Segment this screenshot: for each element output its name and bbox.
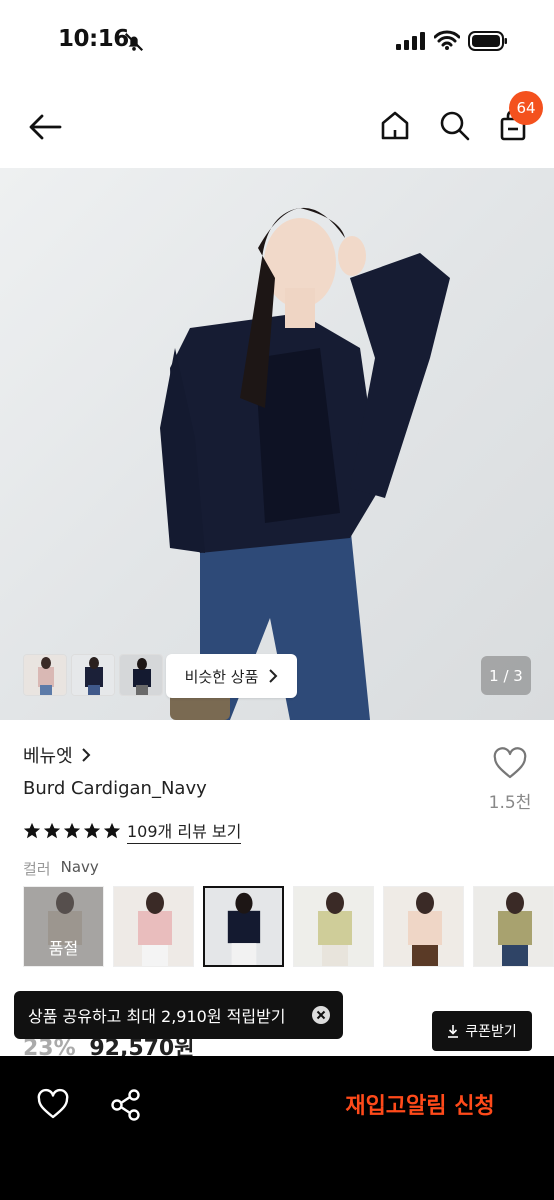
image-page-indicator: 1 / 3 bbox=[481, 656, 531, 695]
status-bar: 10:16 bbox=[0, 0, 554, 80]
color-row: 컬러 Navy bbox=[23, 858, 99, 879]
cellular-signal-icon bbox=[396, 32, 425, 50]
star-icon bbox=[43, 822, 61, 839]
model-photo bbox=[160, 207, 450, 720]
star-icon bbox=[63, 822, 81, 839]
star-icon bbox=[83, 822, 101, 839]
color-swatch-5[interactable] bbox=[383, 886, 464, 967]
similar-products-label: 비슷한 상품 bbox=[184, 667, 259, 686]
toast-message: 상품 공유하고 최대 2,910원 적립받기 bbox=[28, 1007, 286, 1026]
back-arrow-icon[interactable] bbox=[26, 108, 64, 146]
rating-stars bbox=[23, 822, 121, 840]
gallery-thumbnail-3[interactable] bbox=[119, 654, 163, 696]
bottom-action-bar: 재입고알림 신청 bbox=[0, 1056, 554, 1200]
star-icon bbox=[103, 822, 121, 839]
home-icon[interactable] bbox=[376, 106, 414, 144]
product-name: Burd Cardigan_Navy bbox=[23, 778, 207, 799]
color-selected-value: Navy bbox=[60, 858, 99, 876]
brand-name: 베뉴엣 bbox=[23, 746, 73, 767]
status-time: 10:16 bbox=[58, 26, 129, 52]
star-icon bbox=[23, 822, 41, 839]
close-icon[interactable] bbox=[311, 1005, 331, 1025]
bell-slash-icon bbox=[124, 32, 144, 52]
wishlist-heart-icon[interactable] bbox=[492, 746, 528, 782]
chevron-right-icon bbox=[81, 748, 91, 762]
brand-link[interactable]: 베뉴엣 bbox=[23, 742, 91, 768]
gallery-thumbnail-2[interactable] bbox=[71, 654, 115, 696]
color-swatch-2[interactable] bbox=[113, 886, 194, 967]
color-label: 컬러 bbox=[23, 860, 51, 878]
download-icon bbox=[448, 1025, 459, 1038]
color-swatch-4[interactable] bbox=[293, 886, 374, 967]
color-swatch-6[interactable] bbox=[473, 886, 554, 967]
color-swatch-navy[interactable] bbox=[203, 886, 284, 967]
soldout-label: 품절 bbox=[48, 939, 79, 958]
heart-icon[interactable] bbox=[36, 1088, 70, 1122]
cart-count-badge: 64 bbox=[509, 91, 543, 125]
share-icon[interactable] bbox=[110, 1088, 142, 1122]
coupon-download-button[interactable]: 쿠폰받기 bbox=[432, 1011, 532, 1051]
rating-row: 109개 리뷰 보기 bbox=[23, 818, 242, 844]
color-swatch-1[interactable]: 품절 bbox=[23, 886, 104, 967]
battery-icon bbox=[468, 31, 507, 51]
wifi-icon bbox=[434, 30, 460, 50]
search-icon[interactable] bbox=[435, 106, 473, 144]
wishlist-count: 1.5천 bbox=[488, 793, 532, 813]
gallery-thumbnail-1[interactable] bbox=[23, 654, 67, 696]
similar-products-button[interactable]: 비슷한 상품 bbox=[166, 654, 297, 698]
restock-alert-button[interactable]: 재입고알림 신청 bbox=[320, 1082, 520, 1126]
nav-bar bbox=[0, 90, 554, 165]
coupon-button-label: 쿠폰받기 bbox=[465, 1024, 517, 1040]
product-main-image[interactable]: 비슷한 상품 1 / 3 bbox=[0, 168, 554, 720]
review-link[interactable]: 109개 리뷰 보기 bbox=[127, 818, 242, 844]
share-reward-toast[interactable]: 상품 공유하고 최대 2,910원 적립받기 bbox=[14, 991, 343, 1039]
chevron-right-icon bbox=[269, 669, 278, 683]
